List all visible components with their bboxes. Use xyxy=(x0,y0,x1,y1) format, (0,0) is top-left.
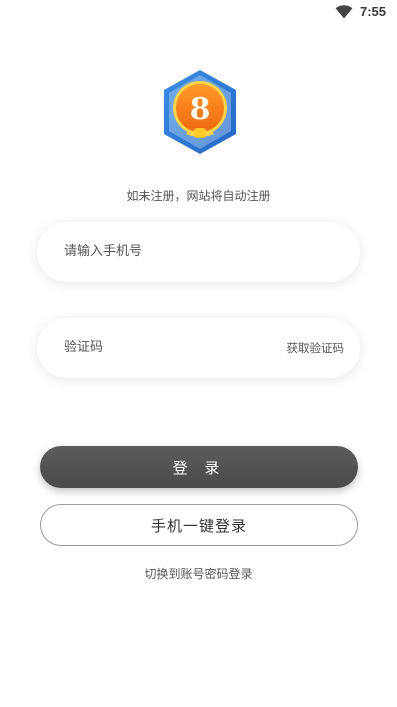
verification-code-input[interactable] xyxy=(64,318,284,378)
get-code-button[interactable]: 获取验证码 xyxy=(287,318,345,378)
auto-register-hint: 如未注册，网站将自动注册 xyxy=(126,189,271,203)
switch-to-password-login-link[interactable]: 切换到账号密码登录 xyxy=(0,565,397,582)
status-time: 7:55 xyxy=(360,4,387,19)
login-screen: 7:55 8 如未注册，网站将自动注册 获取验证码 登 录 手机一键登录 切换到… xyxy=(0,0,397,707)
phone-input[interactable] xyxy=(64,222,284,282)
hexagon-8-badge-logo: 8 xyxy=(164,70,236,154)
phone-field xyxy=(37,222,360,282)
status-bar: 7:55 xyxy=(0,0,397,26)
wifi-icon xyxy=(335,5,353,19)
verification-code-field: 获取验证码 xyxy=(37,318,360,378)
login-button[interactable]: 登 录 xyxy=(40,446,358,488)
logo-digit: 8 xyxy=(190,92,211,127)
one-click-login-button[interactable]: 手机一键登录 xyxy=(40,504,358,546)
